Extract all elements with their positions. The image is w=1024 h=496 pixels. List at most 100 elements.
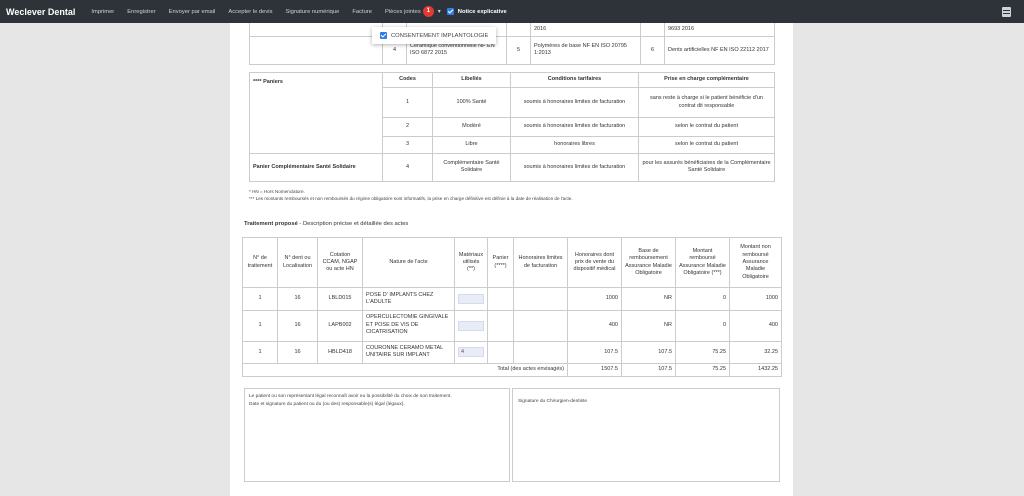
table-cell: 6 — [640, 35, 665, 65]
checkbox-checked-icon[interactable] — [446, 8, 454, 15]
table-cell: Polymères de base NF EN ISO 20795 1:2013 — [530, 35, 641, 65]
table-cell — [249, 23, 383, 37]
table-cell — [513, 309, 568, 342]
table-cell: 100% Santé — [432, 87, 511, 119]
table-cell: 16 — [277, 309, 318, 342]
table-cell: Libre — [432, 135, 511, 154]
table-header: Cotation CCAM, NGAP ou acte HN — [317, 236, 363, 289]
menu-icon[interactable] — [1002, 7, 1011, 17]
table-header: Honoraires limites de facturation — [513, 236, 568, 289]
table-cell: Complémentaire Santé Solidaire — [432, 152, 511, 183]
table-cell — [249, 35, 383, 65]
table-cell: OPERCULECTOMIE GINGIVALE ET POSE DE VIS … — [362, 309, 455, 342]
table-cell: Dents artificielles NF EN ISO 22112 2017 — [664, 35, 775, 65]
attachments-dropdown: CONSENTEMENT IMPLANTOLOGIE — [372, 27, 496, 44]
table-cell: 107.5 — [567, 340, 622, 364]
table-header: Libellés — [432, 71, 511, 89]
table-cell: selon le contrat du patient — [638, 117, 775, 137]
notice-label: Notice explicative — [457, 8, 507, 15]
attachments-count-badge: 1 — [422, 6, 434, 17]
materials-input[interactable]: 4 — [458, 347, 484, 358]
table-header: Honoraires dont prix de vente du disposi… — [567, 236, 622, 289]
top-navbar: Weclever Dental Imprimer Enregistrer Env… — [0, 0, 1024, 23]
table-cell: 1 — [242, 340, 278, 364]
table-header: Conditions tarifaires — [510, 71, 639, 89]
table-cell: 107.5 — [621, 340, 676, 364]
accept-quote-button[interactable]: Accepter le devis — [228, 9, 272, 15]
table-cell: 1000 — [567, 287, 622, 311]
print-button[interactable]: Imprimer — [91, 9, 114, 15]
table-cell: 0 — [675, 309, 730, 342]
section-title-rest: - Description précise et détaillée des a… — [297, 221, 409, 227]
table-cell: NR — [621, 309, 676, 342]
section-title: Traitement proposé - Description précise… — [244, 221, 408, 227]
table-header: Panier Complémentaire Santé Solidaire — [249, 152, 383, 183]
table-cell: sans reste à charge si le patient bénéfi… — [638, 87, 775, 119]
table-row: 1 16 LAPB002 OPERCULECTOMIE GINGIVALE ET… — [242, 309, 782, 342]
attachments-button[interactable]: Pièces jointes 1 — [385, 6, 438, 17]
send-email-button[interactable]: Envoyer par email — [169, 9, 216, 15]
patient-signature-box[interactable]: Le patient ou son représentant légal rec… — [244, 388, 510, 482]
table-header: Montant non remboursé Assurance Maladie … — [729, 236, 782, 289]
table-cell: 75.25 — [675, 340, 730, 364]
table-cell — [487, 309, 514, 342]
table-cell: 16 — [277, 340, 318, 364]
table-header: Panier (****) — [487, 236, 514, 289]
brand-logo[interactable]: Weclever Dental — [6, 7, 75, 17]
table-cell: 3 — [382, 135, 433, 154]
total-row: Total (des actes envisagés) 1507.5 107.5… — [242, 362, 782, 378]
table-cell: 1 — [242, 287, 278, 311]
table-header: Montant remboursé Assurance Maladie Obli… — [675, 236, 730, 289]
patient-signature-text-1: Le patient ou son représentant légal rec… — [249, 394, 452, 399]
toolbar-menu: Imprimer Enregistrer Envoyer par email A… — [91, 6, 507, 17]
attachments-label: Pièces jointes — [384, 9, 421, 16]
total-base: 107.5 — [621, 362, 676, 378]
table-cell: honoraires libres — [510, 135, 639, 154]
table-cell: 16 — [277, 287, 318, 311]
total-nonreimb: 1432.25 — [729, 362, 782, 378]
treatment-table: N° de traitement N° dent ou Localisation… — [242, 236, 782, 378]
table-header: N° de traitement — [242, 236, 278, 289]
dentist-signature-box[interactable]: Signature du Chirurgien-dentiste — [512, 388, 780, 482]
chevron-down-icon[interactable]: ▾ — [438, 8, 441, 15]
baskets-header-label: **** Paniers — [253, 79, 283, 86]
table-header: Nature de l'acte — [362, 236, 455, 289]
table-cell: Modéré — [432, 117, 511, 137]
table-cell: 4 — [454, 340, 488, 364]
table-cell — [513, 340, 568, 364]
digital-signature-button[interactable]: Signature numérique — [285, 9, 339, 15]
table-cell: 1 — [242, 309, 278, 342]
footnote-hn: * HN = Hors Nomenclature. — [249, 189, 305, 194]
materials-input[interactable] — [458, 293, 484, 304]
table-header: Codes — [382, 71, 433, 89]
table-cell: pour les assurés bénéficiaires de la Com… — [638, 152, 775, 183]
footnote-amounts: *** Les montants remboursés et non rembo… — [249, 195, 573, 201]
save-button[interactable]: Enregistrer — [127, 9, 155, 15]
materials-input[interactable] — [458, 320, 484, 331]
table-cell: 2016 — [530, 23, 641, 37]
table-cell: 0 — [675, 287, 730, 311]
table-cell: 400 — [567, 309, 622, 342]
table-cell: soumis à honoraires limites de facturati… — [510, 152, 639, 183]
table-cell: POSE D' IMPLANTS CHEZ L'ADULTE — [362, 287, 455, 311]
table-cell: HBLD418 — [317, 340, 363, 364]
table-row: 1 16 LBLD015 POSE D' IMPLANTS CHEZ L'ADU… — [242, 287, 782, 311]
table-header: Base de remboursement Assurance Maladie … — [621, 236, 676, 289]
table-cell: LBLD015 — [317, 287, 363, 311]
table-header: **** Paniers — [249, 72, 383, 154]
notice-toggle[interactable]: Notice explicative — [446, 8, 507, 15]
table-cell: 400 — [729, 309, 782, 342]
table-cell: NR — [621, 287, 676, 311]
table-cell — [506, 23, 531, 37]
baskets-table: **** Paniers Codes Libellés Conditions t… — [249, 71, 775, 183]
table-cell — [640, 23, 665, 37]
total-label: Total (des actes envisagés) — [242, 362, 568, 378]
checkbox-checked-icon[interactable] — [380, 32, 387, 39]
table-cell: 1000 — [729, 287, 782, 311]
invoice-button[interactable]: Facture — [352, 9, 372, 15]
table-header: Matériaux utilisés (**) — [454, 236, 488, 289]
total-fees: 1507.5 — [567, 362, 622, 378]
dropdown-item-consent[interactable]: CONSENTEMENT IMPLANTOLOGIE — [391, 33, 488, 39]
table-cell: 4 — [382, 152, 433, 183]
total-reimb: 75.25 — [675, 362, 730, 378]
